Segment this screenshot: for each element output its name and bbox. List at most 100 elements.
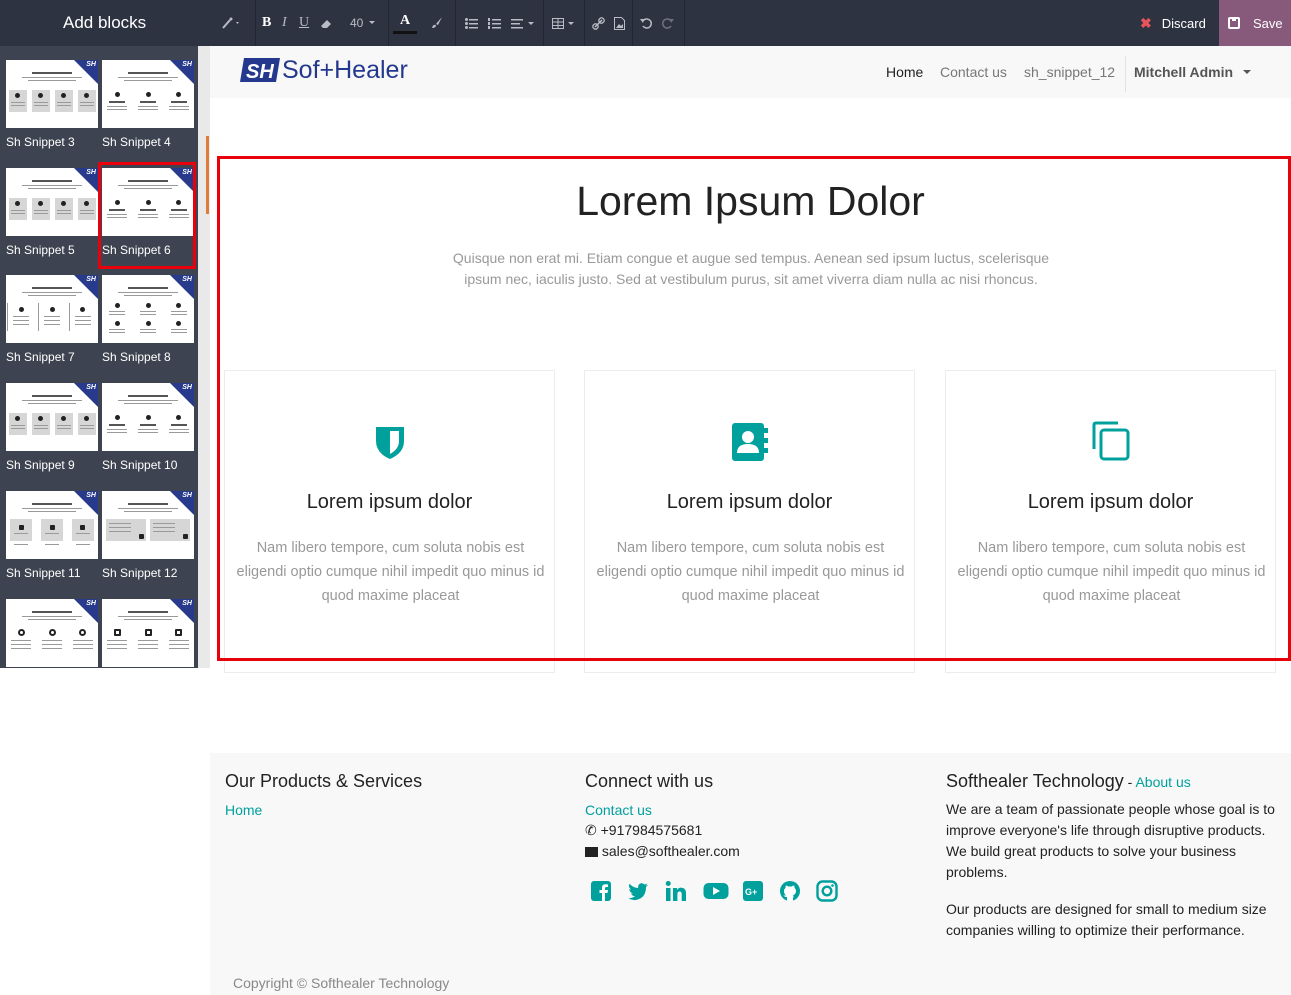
add-blocks-title: Add blocks: [0, 0, 210, 46]
footer-email: sales@softhealer.com: [585, 841, 740, 862]
table-icon[interactable]: [552, 0, 576, 46]
sh-badge-text: SH: [86, 492, 96, 499]
phone-icon: ✆: [585, 822, 597, 838]
site-logo[interactable]: SH Sof+Healer: [240, 55, 408, 85]
snippet-thumbnail[interactable]: SH: [102, 599, 194, 668]
facebook-icon[interactable]: [590, 880, 612, 902]
feature-title: Lorem ipsum dolor: [306, 491, 473, 513]
snippet-label: Sh Snippet 12: [102, 566, 178, 580]
discard-button[interactable]: ✖ Discard: [1130, 0, 1219, 46]
caret-down-icon: [1243, 70, 1252, 74]
link-icon[interactable]: [592, 0, 605, 46]
snippet-thumbnail[interactable]: SH Sh Snippet 10: [102, 383, 194, 472]
feature-text: Nam libero tempore, cum soluta nobis est…: [957, 540, 1266, 604]
sh-badge-text: SH: [182, 384, 192, 391]
snippet-preview: SH: [6, 491, 98, 559]
google-plus-icon[interactable]: G+: [742, 880, 764, 902]
sh-badge-text: SH: [182, 492, 192, 499]
footer-home-link[interactable]: Home: [225, 802, 262, 818]
paint-brush-icon[interactable]: [430, 0, 444, 46]
italic-icon[interactable]: I: [282, 0, 287, 46]
font-size-value: 40: [350, 16, 364, 30]
twitter-icon[interactable]: [627, 880, 649, 902]
scrollbar-thumb[interactable]: [206, 136, 209, 214]
snippet-label: Sh Snippet 11: [6, 566, 81, 580]
copyright: Copyright © Softhealer Technology: [233, 975, 450, 991]
font-color-icon[interactable]: A: [393, 0, 417, 46]
snippet-thumbnail[interactable]: SH Sh Snippet 6: [98, 162, 196, 269]
align-icon[interactable]: [511, 0, 535, 46]
company-name: Softhealer Technology: [946, 771, 1124, 791]
save-button[interactable]: Save: [1219, 0, 1291, 46]
numbered-list-icon[interactable]: [488, 0, 501, 46]
snippet-thumbnail[interactable]: SH Sh Snippet 11: [6, 491, 98, 580]
redo-icon[interactable]: [662, 0, 674, 46]
feature-card: Lorem ipsum dolor Nam libero tempore, cu…: [224, 370, 555, 673]
nav-contact-us[interactable]: Contact us: [940, 46, 1007, 98]
snippet-label: Sh Snippet 8: [102, 350, 171, 364]
address-book-icon: [732, 423, 768, 461]
shield-icon: [376, 427, 404, 459]
sh-badge-text: SH: [86, 600, 96, 607]
feature-text: Nam libero tempore, cum soluta nobis est…: [596, 540, 905, 604]
linkedin-icon[interactable]: [665, 880, 687, 902]
sh-badge-text: SH: [182, 600, 192, 607]
snippet-preview: SH: [6, 168, 98, 236]
snippet-label: Sh Snippet 3: [6, 135, 75, 149]
sh-badge-text: SH: [182, 276, 192, 283]
snippet-preview: SH: [102, 60, 194, 128]
sh-badge-text: SH: [86, 384, 96, 391]
snippet-preview: SH: [6, 60, 98, 128]
sh-badge-text: SH: [86, 169, 96, 176]
undo-icon[interactable]: [640, 0, 652, 46]
snippet-thumbnail[interactable]: SH Sh Snippet 12: [102, 491, 194, 580]
snippet-thumbnail[interactable]: SH Sh Snippet 5: [6, 168, 98, 257]
svg-text:G+: G+: [745, 887, 757, 897]
softhealer-logo-mark: SH: [240, 58, 280, 82]
feature-card: Lorem ipsum dolor Nam libero tempore, cu…: [584, 370, 915, 673]
snippet-thumbnail[interactable]: SH Sh Snippet 7: [6, 275, 98, 364]
eraser-icon[interactable]: [320, 0, 334, 46]
logo-text: Sof+Healer: [282, 55, 408, 84]
snippet-label: Sh Snippet 10: [102, 458, 178, 472]
instagram-icon[interactable]: [816, 880, 838, 902]
nav-home[interactable]: Home: [886, 46, 923, 98]
user-name: Mitchell Admin: [1134, 64, 1234, 80]
snippet-thumbnail[interactable]: SH Sh Snippet 9: [6, 383, 98, 472]
snippet-thumbnail[interactable]: SH Sh Snippet 3: [6, 60, 98, 149]
phone-number: +917984575681: [600, 822, 703, 838]
editor-toolbar: B I U 40 A: [210, 0, 1291, 46]
image-icon[interactable]: [614, 0, 625, 46]
site-navbar: SH Sof+Healer Home Contact us sh_snippet…: [210, 46, 1291, 98]
feature-title: Lorem ipsum dolor: [1027, 491, 1194, 513]
youtube-icon[interactable]: [703, 880, 729, 902]
underline-icon[interactable]: U: [299, 0, 309, 46]
snippet-list[interactable]: SH Sh Snippet 3 SH Sh Snippet 4 SH Sh Snippet…: [0, 46, 210, 668]
snippet-preview: SH: [6, 275, 98, 343]
close-icon: ✖: [1140, 14, 1152, 31]
copy-icon: [1092, 421, 1130, 461]
footer-contact-link[interactable]: Contact us: [585, 802, 652, 818]
snippet-thumbnail[interactable]: SH Sh Snippet 4: [102, 60, 194, 149]
snippet-preview: SH: [102, 599, 194, 667]
snippet-label: Sh Snippet 4: [102, 135, 171, 149]
snippet-label: Sh Snippet 9: [6, 458, 75, 472]
discard-label: Discard: [1161, 15, 1206, 31]
github-icon[interactable]: [779, 880, 801, 902]
bold-icon[interactable]: B: [262, 0, 271, 46]
user-menu[interactable]: Mitchell Admin: [1134, 46, 1252, 98]
bullet-list-icon[interactable]: [465, 0, 478, 46]
nav-sh-snippet-12[interactable]: sh_snippet_12: [1024, 46, 1115, 98]
footer-products-title: Our Products & Services: [225, 771, 423, 791]
snippet-thumbnail[interactable]: SH Sh Snippet 8: [102, 275, 194, 364]
magic-wand-icon[interactable]: [222, 0, 240, 46]
snippet-thumbnail[interactable]: SH: [6, 599, 98, 668]
footer-about-link[interactable]: About us: [1135, 774, 1190, 790]
email-address: sales@softhealer.com: [601, 843, 740, 859]
footer-about-text: We are a team of passionate people whose…: [946, 801, 1275, 880]
feature-text: Nam libero tempore, cum soluta nobis est…: [236, 540, 545, 604]
snippet-preview: SH: [6, 599, 98, 667]
font-size-dropdown[interactable]: 40: [350, 0, 378, 46]
floppy-disk-icon: [1228, 17, 1240, 29]
feature-card: Lorem ipsum dolor Nam libero tempore, cu…: [945, 370, 1276, 673]
